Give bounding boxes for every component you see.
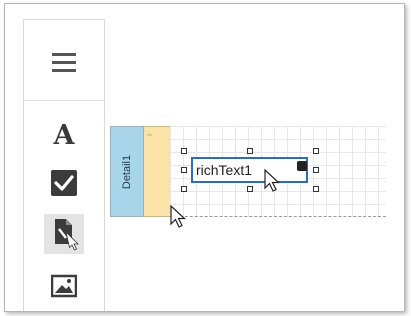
resize-handle-bottom-right[interactable] bbox=[313, 186, 319, 192]
band-bottom-edge[interactable] bbox=[170, 216, 386, 217]
rich-text-tool[interactable] bbox=[44, 214, 84, 254]
mouse-pointer-icon bbox=[264, 169, 281, 192]
resize-handle-left[interactable] bbox=[181, 167, 187, 173]
label-text-icon: A bbox=[53, 119, 75, 151]
picture-tool[interactable] bbox=[44, 266, 84, 306]
resize-handle-right[interactable] bbox=[313, 167, 319, 173]
resize-handle-bottom-left[interactable] bbox=[181, 186, 187, 192]
rich-text-control[interactable]: richText1 bbox=[191, 157, 308, 183]
checkbox-tool[interactable] bbox=[44, 163, 84, 203]
resize-handle-top-right[interactable] bbox=[313, 148, 319, 154]
vertical-ruler: ⌢ bbox=[144, 126, 170, 217]
picture-icon bbox=[51, 274, 77, 298]
toolbox-divider bbox=[24, 100, 104, 101]
control-name-text: richText1 bbox=[196, 162, 253, 178]
resize-handle-top-left[interactable] bbox=[181, 148, 187, 154]
hamburger-menu-button[interactable] bbox=[44, 43, 84, 83]
resize-pointer-icon bbox=[170, 205, 187, 228]
resize-handle-top[interactable] bbox=[247, 148, 253, 154]
rich-text-icon bbox=[55, 219, 79, 251]
toolbox-panel: A bbox=[23, 19, 105, 311]
band-header-detail[interactable]: Detail1 bbox=[110, 126, 144, 217]
ruler-marker-icon: ⌢ bbox=[147, 130, 153, 139]
menu-icon bbox=[52, 53, 76, 72]
label-tool[interactable]: A bbox=[44, 115, 84, 155]
resize-handle-bottom[interactable] bbox=[247, 186, 253, 192]
checkbox-icon bbox=[51, 170, 77, 196]
band-label: Detail1 bbox=[121, 154, 133, 189]
smart-tag-icon[interactable] bbox=[297, 161, 307, 171]
